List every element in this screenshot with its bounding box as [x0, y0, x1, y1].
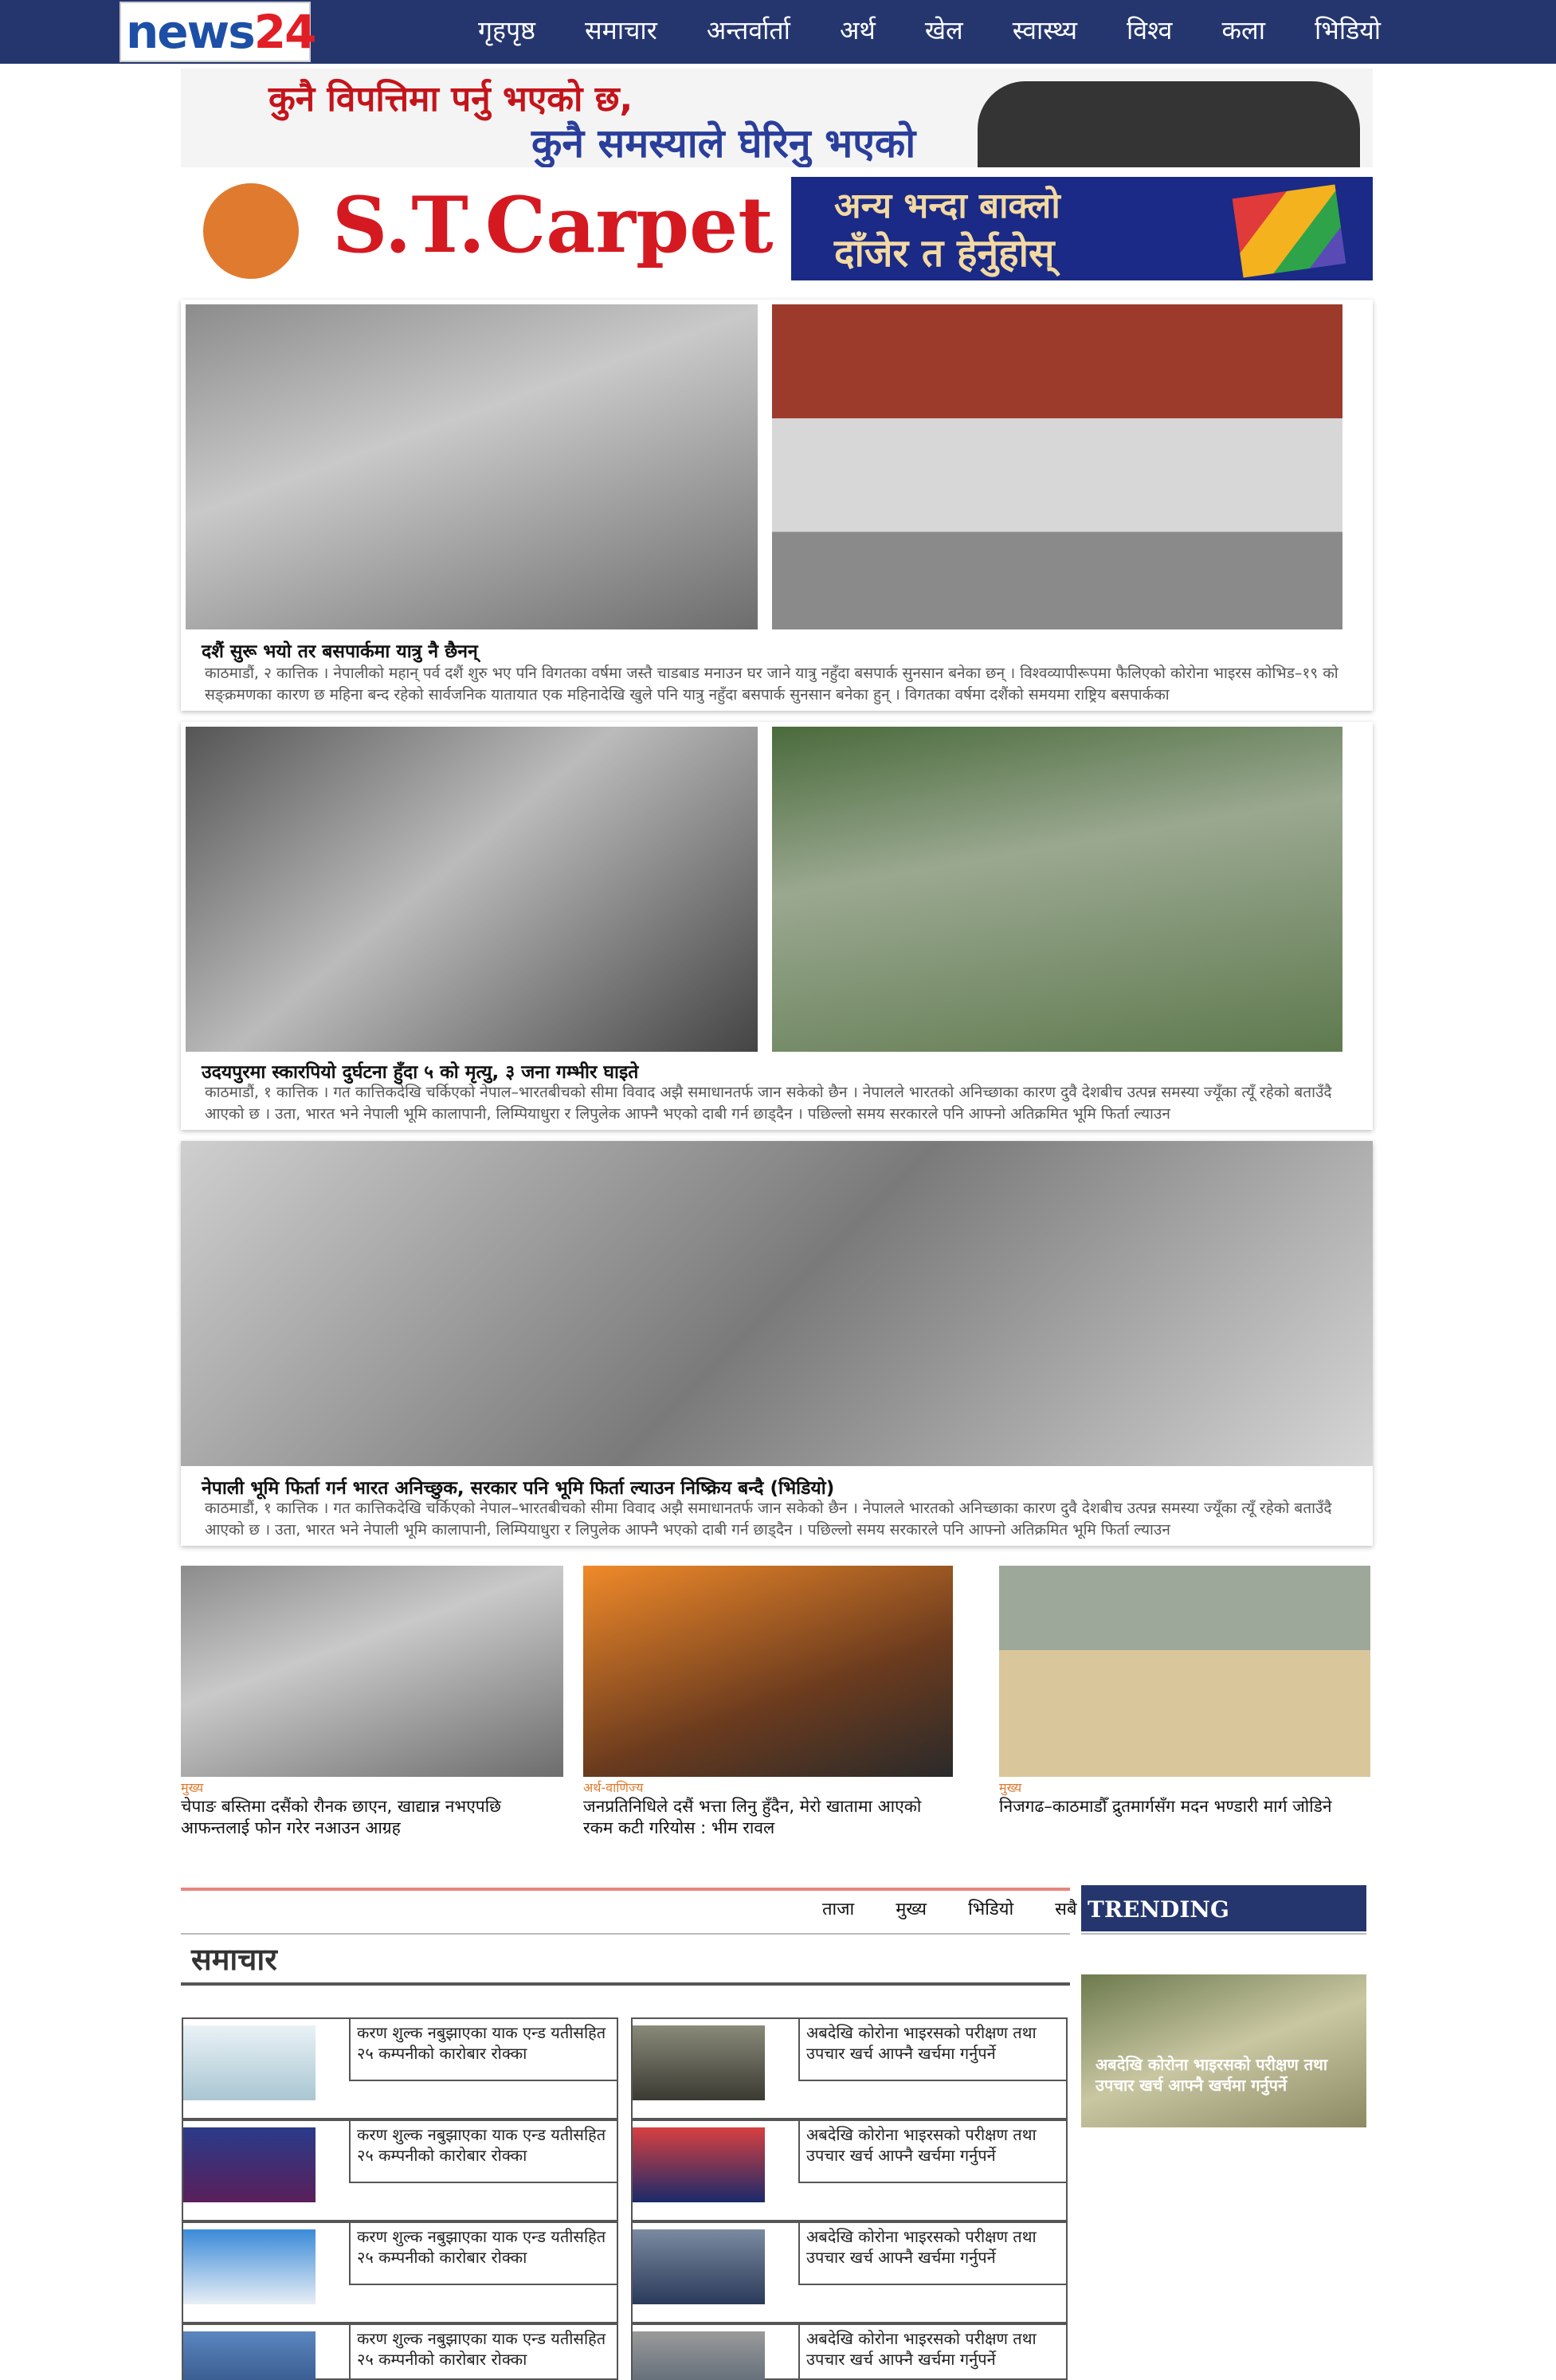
card-image[interactable] [181, 1566, 563, 1777]
story-excerpt: काठमाडौं, १ कात्तिक । गत कात्तिकदेखि चर्… [205, 1084, 1332, 1123]
featured-story[interactable]: दशैं सुरू भयो तर बसपार्कमा यात्रु नै छैन… [181, 300, 1373, 711]
list-item[interactable]: अबदेखि कोरोना भाइरसको परीक्षण तथा उपचार … [631, 2119, 1068, 2221]
news-card[interactable]: मुख्य निजगढ–काठमाडौँ द्रुतमार्गसँग मदन भ… [999, 1566, 1370, 1837]
list-item[interactable]: करण शुल्क नबुझाएका याक एन्ड यतीसहित २५ क… [182, 2017, 618, 2119]
list-item[interactable]: करण शुल्क नबुझाएका याक एन्ड यतीसहित २५ क… [182, 2119, 618, 2221]
list-thumb[interactable] [183, 2331, 316, 2380]
carpet-tagline-1: अन्य भन्दा बाक्लो [834, 186, 1060, 226]
list-item[interactable]: अबदेखि कोरोना भाइरसको परीक्षण तथा उपचार … [631, 2017, 1068, 2119]
top-navbar: news24 गृहपृष्ठ समाचार अन्तर्वार्ता अर्थ… [0, 0, 1556, 64]
story-image-map[interactable] [181, 1141, 1373, 1466]
story-image[interactable] [186, 727, 758, 1052]
card-title[interactable]: जनप्रतिनिधिले दसैं भत्ता लिनु हुँदैन, मे… [583, 1796, 953, 1839]
list-item-title[interactable]: अबदेखि कोरोना भाइरसको परीक्षण तथा उपचार … [798, 2121, 1068, 2183]
tab-all[interactable]: सबै [1055, 1896, 1076, 1920]
card-image[interactable] [999, 1566, 1370, 1777]
site-logo[interactable]: news24 [120, 2, 316, 62]
ad-banner-carpet[interactable]: S.T.Carpet अन्य भन्दा बाक्लो दाँजेर त हे… [181, 175, 1373, 280]
card-category[interactable]: मुख्य [999, 1780, 1370, 1796]
list-item[interactable]: करण शुल्क नबुझाएका याक एन्ड यतीसहित २५ क… [182, 2323, 618, 2380]
carpet-samples-image [1232, 184, 1346, 278]
model-photo [203, 183, 299, 279]
nav-item-home[interactable]: गृहपृष्ठ [478, 0, 535, 61]
ad-banner-help[interactable]: कुनै विपत्तिमा पर्नु भएको छ, कुनै समस्या… [181, 69, 1373, 167]
news-tabs: ताजा मुख्य भिडियो सबै [781, 1896, 1077, 1920]
story-title[interactable]: दशैं सुरू भयो तर बसपार्कमा यात्रु नै छैन… [202, 637, 478, 663]
nav-item-news[interactable]: समाचार [585, 0, 657, 61]
carpet-brand: S.T.Carpet [332, 180, 774, 270]
list-item-title[interactable]: अबदेखि कोरोना भाइरसको परीक्षण तथा उपचार … [798, 2223, 1068, 2285]
section-divider [181, 1982, 1070, 1986]
list-item-title[interactable]: करण शुल्क नबुझाएका याक एन्ड यतीसहित २५ क… [349, 2121, 618, 2183]
story-title[interactable]: उदयपुरमा स्कारपियो दुर्घटना हुँदा ५ को म… [202, 1058, 638, 1084]
carpet-tagline-panel: अन्य भन्दा बाक्लो दाँजेर त हेर्नुहोस् [791, 177, 1373, 280]
card-category[interactable]: अर्थ-वाणिज्य [583, 1780, 953, 1796]
logo-text: news24 [126, 5, 316, 59]
list-thumb[interactable] [633, 2331, 765, 2380]
list-item[interactable]: करण शुल्क नबुझाएका याक एन्ड यतीसहित २५ क… [182, 2221, 618, 2323]
list-item[interactable]: अबदेखि कोरोना भाइरसको परीक्षण तथा उपचार … [631, 2221, 1068, 2323]
trending-header[interactable]: TRENDING [1081, 1885, 1366, 1931]
nav-item-economy[interactable]: अर्थ [840, 0, 876, 61]
list-thumb[interactable] [633, 2025, 765, 2100]
trending-item[interactable]: अबदेखि कोरोना भाइरसको परीक्षण तथा उपचार … [1081, 1974, 1366, 2127]
list-item-title[interactable]: करण शुल्क नबुझाएका याक एन्ड यतीसहित २५ क… [349, 2019, 618, 2081]
story-excerpt: काठमाडौं, २ कात्तिक । नेपालीको महान् पर्… [205, 665, 1338, 704]
list-item-title[interactable]: करण शुल्क नबुझाएका याक एन्ड यतीसहित २५ क… [349, 2325, 618, 2380]
main-nav: गृहपृष्ठ समाचार अन्तर्वार्ता अर्थ खेल स्… [478, 0, 1430, 61]
list-item-title[interactable]: करण शुल्क नबुझाएका याक एन्ड यतीसहित २५ क… [349, 2223, 618, 2285]
tab-latest[interactable]: ताजा [822, 1896, 854, 1920]
featured-story[interactable]: नेपाली भूमि फिर्ता गर्न भारत अनिच्छुक, स… [181, 1141, 1373, 1546]
story-image[interactable] [186, 304, 758, 629]
list-thumb[interactable] [633, 2229, 765, 2304]
list-thumb[interactable] [183, 2127, 316, 2202]
section-divider [181, 1933, 1070, 1935]
crowd-silhouette-image [978, 81, 1360, 167]
card-title[interactable]: चेपाङ बस्तिमा दसैंको रौनक छाएन, खाद्यान्… [181, 1796, 563, 1839]
list-item[interactable]: अबदेखि कोरोना भाइरसको परीक्षण तथा उपचार … [631, 2323, 1068, 2380]
trending-item-title[interactable]: अबदेखि कोरोना भाइरसको परीक्षण तथा उपचार … [1095, 2054, 1358, 2096]
nav-item-sports[interactable]: खेल [925, 0, 963, 61]
list-item-title[interactable]: अबदेखि कोरोना भाइरसको परीक्षण तथा उपचार … [798, 2019, 1068, 2081]
story-title[interactable]: नेपाली भूमि फिर्ता गर्न भारत अनिच्छुक, स… [202, 1474, 834, 1500]
ad-banner-line1: कुनै विपत्तिमा पर्नु भएको छ, [268, 79, 633, 120]
tab-video[interactable]: भिडियो [968, 1896, 1013, 1920]
card-title[interactable]: निजगढ–काठमाडौँ द्रुतमार्गसँग मदन भण्डारी… [999, 1796, 1370, 1839]
tab-main[interactable]: मुख्य [896, 1896, 927, 1920]
story-excerpt: काठमाडौं, १ कात्तिक । गत कात्तिकदेखि चर्… [205, 1500, 1332, 1539]
nav-item-interview[interactable]: अन्तर्वार्ता [707, 0, 790, 61]
nav-item-world[interactable]: विश्व [1127, 0, 1172, 61]
news-card[interactable]: मुख्य चेपाङ बस्तिमा दसैंको रौनक छाएन, खा… [181, 1566, 563, 1837]
story-image[interactable] [772, 304, 1342, 629]
trending-label: TRENDING [1088, 1896, 1229, 1923]
nav-item-arts[interactable]: कला [1221, 0, 1265, 61]
list-thumb[interactable] [633, 2127, 765, 2202]
trending-divider [1081, 1933, 1366, 1935]
card-category[interactable]: मुख्य [181, 1780, 563, 1796]
story-image[interactable] [772, 727, 1342, 1052]
nav-item-video[interactable]: भिडियो [1315, 0, 1381, 61]
news-card[interactable]: अर्थ-वाणिज्य जनप्रतिनिधिले दसैं भत्ता लि… [583, 1566, 953, 1837]
card-image[interactable] [583, 1566, 953, 1777]
carpet-tagline-2: दाँजेर त हेर्नुहोस् [834, 231, 1055, 276]
section-title: समाचार [191, 1942, 277, 1977]
nav-item-health[interactable]: स्वास्थ्य [1013, 0, 1077, 61]
section-divider [181, 1888, 1070, 1891]
list-thumb[interactable] [183, 2229, 316, 2304]
ad-banner-line2: कुनै समस्याले घेरिनु भएको [531, 120, 916, 167]
list-item-title[interactable]: अबदेखि कोरोना भाइरसको परीक्षण तथा उपचार … [798, 2325, 1068, 2380]
list-thumb[interactable] [183, 2025, 316, 2100]
featured-story[interactable]: उदयपुरमा स्कारपियो दुर्घटना हुँदा ५ को म… [181, 722, 1373, 1130]
